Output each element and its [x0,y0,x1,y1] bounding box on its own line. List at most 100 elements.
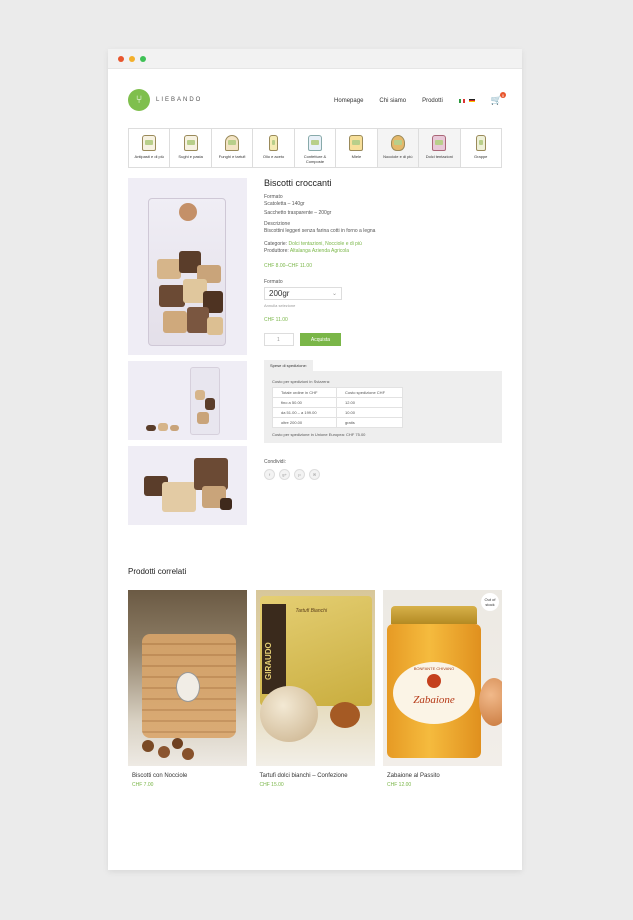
mushroom-icon [225,135,240,151]
product-name[interactable]: Zabaione al Passito [383,773,502,779]
cart-count-badge: 0 [500,92,506,98]
product-image-biscotti[interactable] [128,590,247,766]
shipping-title: Costo per spedizioni in Svizzera: [272,379,331,384]
zabaione-brand: BONFANTE CHIVANO [413,666,455,671]
hazelnut-shape [158,746,170,758]
product-price: CHF 15.00 [259,782,284,788]
table-cell: fino a 50.00 [272,397,337,408]
category-label: Dolci tentazioni [425,154,453,159]
product-name[interactable]: Biscotti con Nocciole [128,773,247,779]
jar-icon [183,135,198,151]
related-product-card[interactable]: BONFANTE CHIVANO Zabaione Out of stock Z… [383,590,502,788]
category-dolci[interactable]: Dolci tentazioni [419,129,461,167]
related-product-card[interactable]: GIRAUDO Tartufi Bianchi Tartufi dolci bi… [255,590,375,788]
hazelnut-shape [142,740,154,752]
zabaione-label-text: Zabaione [413,694,455,706]
table-cell: Costo spedizione CHF [336,387,403,398]
hazelnut-shape [329,702,360,728]
category-confetture[interactable]: Confetture & Composte [294,129,337,167]
italian-flag-icon[interactable] [458,98,465,103]
product-image-tartufi[interactable]: GIRAUDO Tartufi Bianchi [255,590,375,766]
close-window-icon[interactable] [118,56,124,62]
nav-chi-siamo[interactable]: Chi siamo [379,98,406,104]
share-icons: f g+ p ✉ [264,469,502,480]
related-product-card[interactable]: Biscotti con Nocciole CHF 7.00 [128,590,247,788]
categories-label: Categorie: [264,241,289,247]
table-row: da 51.00 – a 199.00 10.00 [272,407,403,418]
minimize-window-icon[interactable] [129,56,135,62]
product-gallery [128,178,247,525]
jar-icon [307,135,322,151]
format-select[interactable]: 200gr ⌄ [264,287,342,300]
logo-fork-icon: ⑂ [128,89,150,111]
shipping-table: Totale ordine in CHF Costo spedizione CHF… [272,387,403,428]
category-label: Nocciole e di più [383,154,413,159]
cookie-shape [207,317,223,335]
pinterest-icon[interactable]: p [294,469,305,480]
hazelnut-shape [172,738,183,749]
category-funghi[interactable]: Funghi e tartufi [211,129,254,167]
sweets-icon [432,135,447,151]
site-logo[interactable]: ⑂ LIEBANDO [128,89,202,111]
category-label: Sughi e pasta [178,154,203,159]
table-cell: da 51.00 – a 199.00 [272,407,337,418]
egg-shape [479,678,502,726]
jar-lid [391,606,477,624]
cookie-shape [159,285,185,307]
format-line-1: Scatoletta – 140gr [264,201,305,207]
table-row: fino a 50.00 12.00 [272,397,403,408]
format-line-2: Sacchetto trasparente – 200gr [264,210,332,216]
cookie-shape [195,390,205,400]
cookie-shape [162,482,196,512]
hazelnut-icon [390,135,405,151]
email-icon[interactable]: ✉ [309,469,320,480]
product-image-zabaione[interactable]: BONFANTE CHIVANO Zabaione Out of stock [383,590,502,766]
category-bar: Antipasti e di più Sughi e pasta Funghi … [128,128,502,168]
price-range: CHF 8.00–CHF 11.00 [264,263,312,269]
nav-homepage[interactable]: Homepage [334,98,363,104]
category-nocciole[interactable]: Nocciole e di più [377,129,420,167]
jar-icon [142,135,157,151]
format-select-value: 200gr [269,289,290,298]
producer-link[interactable]: Altalanga Azienda Agricola [290,248,349,254]
shipping-panel: Costo per spedizioni in Svizzera: Totale… [264,371,502,443]
category-sughi[interactable]: Sughi e pasta [170,129,212,167]
category-miele[interactable]: Miele [336,129,378,167]
category-olio[interactable]: Olio e aceto [253,129,295,167]
product-thumbnail-1[interactable] [128,361,247,440]
product-main-image[interactable] [128,178,247,355]
reset-selection-link[interactable]: Annulla selezione [264,303,502,308]
category-antipasti[interactable]: Antipasti e di più [129,129,171,167]
maximize-window-icon[interactable] [140,56,146,62]
product-name[interactable]: Tartufi dolci bianchi – Confezione [256,773,375,779]
shipping-eu-note: Costo per spedizione in Unione Europea: … [272,432,366,437]
bag-brand-label [179,203,197,221]
table-cell: oltre 200.00 [272,417,337,428]
buy-button[interactable]: Acquista [300,333,341,346]
out-of-stock-badge: Out of stock [481,593,499,611]
google-plus-icon[interactable]: g+ [279,469,290,480]
bag-thumb [190,367,220,435]
category-label: Olio e aceto [262,154,285,159]
category-grappe[interactable]: Grappe [460,129,501,167]
categories-links[interactable]: Dolci tentazioni, Nocciole e di più [288,241,361,247]
related-products: Biscotti con Nocciole CHF 7.00 GIRAUDO T… [128,590,502,788]
nav-prodotti[interactable]: Prodotti [422,98,443,104]
german-flag-icon[interactable] [468,98,475,103]
product-details: Biscotti croccanti Formato Scatoletta – … [264,178,502,480]
giraudo-brand: GIRAUDO [263,642,273,680]
product-thumbnail-2[interactable] [128,446,247,525]
category-label: Antipasti e di più [134,154,164,159]
description-text: Biscottini leggeri senza farina cotti in… [264,228,376,234]
cookie-shape [158,423,168,431]
cart-icon[interactable]: 🛒 0 [491,92,506,106]
cookie-shape [205,398,215,410]
shipping-tab[interactable]: Spese di spedizione: [264,360,313,371]
product-title: Biscotti croccanti [264,178,332,188]
variant-select-label: Formato [264,279,283,285]
quantity-input[interactable]: 1 [264,333,294,346]
table-row: Totale ordine in CHF Costo spedizione CHF [272,387,403,398]
honey-jar-icon [349,135,364,151]
facebook-icon[interactable]: f [264,469,275,480]
product-price: CHF 11.00 [264,317,288,323]
